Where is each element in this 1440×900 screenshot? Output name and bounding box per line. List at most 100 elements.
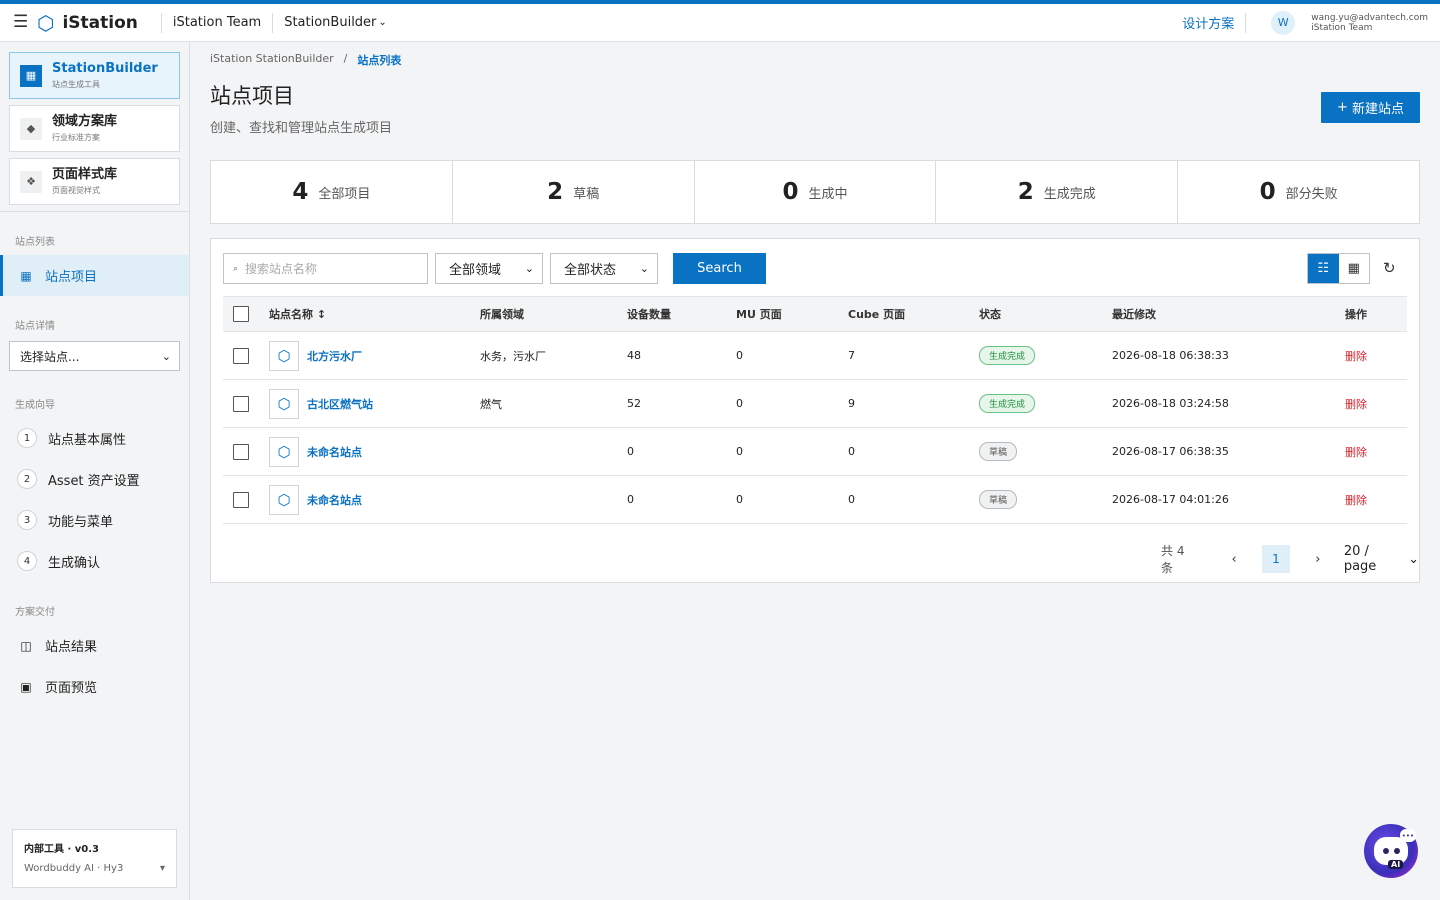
stat-count: 4 bbox=[292, 179, 309, 205]
site-name-link[interactable]: 未命名站点 bbox=[307, 444, 362, 460]
header-mu: MU 页面 bbox=[736, 308, 782, 321]
cell-cube: 0 bbox=[848, 445, 855, 458]
stat-label: 部分失败 bbox=[1285, 186, 1338, 202]
pagination-total: 共 4 条 bbox=[1161, 544, 1185, 575]
chevron-left-icon[interactable]: ‹ bbox=[1228, 552, 1240, 567]
chevron-right-icon[interactable]: › bbox=[1312, 552, 1324, 567]
name-cell: ⬡ 未命名站点 bbox=[269, 436, 362, 467]
sidebar-item-label: 站点结果 bbox=[45, 640, 98, 655]
site-name-link[interactable]: 古北区燃气站 bbox=[307, 396, 373, 412]
ai-assistant-button[interactable]: ••• AI bbox=[1364, 824, 1418, 878]
search-button[interactable]: Search bbox=[673, 253, 766, 284]
domain-filter-select[interactable]: 全部领域 ⌄ bbox=[435, 253, 543, 284]
product-card-domain-library[interactable]: ◆ 领域方案库 行业标准方案 bbox=[9, 105, 180, 152]
page-size-select[interactable]: 20 / page ⌄ bbox=[1344, 544, 1419, 574]
wizard-step-1[interactable]: 1 站点基本属性 bbox=[17, 427, 126, 449]
new-site-label: 新建站点 bbox=[1351, 102, 1404, 117]
sidebar-item-site-projects[interactable]: ▦ 站点项目 bbox=[0, 255, 189, 296]
cell-domain: 燃气 bbox=[480, 397, 502, 411]
sidebar-item-label: 页面预览 bbox=[45, 681, 98, 696]
stat-partial-failed[interactable]: 0 部分失败 bbox=[1178, 161, 1419, 223]
diamond-icon: ◆ bbox=[20, 117, 42, 140]
cell-devices: 52 bbox=[627, 397, 641, 410]
product-title: 领域方案库 bbox=[52, 113, 118, 129]
table-row[interactable]: ⬡ 未命名站点 0 0 0 草稿 2026-08-17 06:38:35 删除 bbox=[223, 428, 1407, 476]
user-team: iStation Team bbox=[1311, 22, 1373, 33]
status-badge: 生成完成 bbox=[979, 346, 1036, 365]
table-row[interactable]: ⬡ 未命名站点 0 0 0 草稿 2026-08-17 04:01:26 删除 bbox=[223, 476, 1407, 524]
breadcrumb-root[interactable]: iStation StationBuilder bbox=[210, 52, 334, 68]
stat-completed[interactable]: 2 生成完成 bbox=[936, 161, 1179, 223]
list-view-icon[interactable]: ☷ bbox=[1308, 254, 1339, 283]
section-label-delivery: 方案交付 bbox=[15, 607, 55, 618]
chevron-down-icon: ⌄ bbox=[639, 262, 649, 275]
row-checkbox[interactable] bbox=[233, 395, 249, 412]
wizard-step-4[interactable]: 4 生成确认 bbox=[17, 550, 100, 572]
site-hex-icon: ⬡ bbox=[269, 340, 299, 371]
page-number-current[interactable]: 1 bbox=[1262, 545, 1290, 573]
grid-icon: ▦ bbox=[20, 268, 32, 283]
name-cell: ⬡ 北方污水厂 bbox=[269, 340, 362, 371]
grid-view-icon[interactable]: ▦ bbox=[1339, 254, 1370, 283]
stats-bar: 4 全部项目 2 草稿 0 生成中 2 生成完成 0 部分失败 bbox=[210, 160, 1420, 224]
section-label-wizard: 生成向导 bbox=[15, 400, 55, 411]
model-selector[interactable]: Wordbuddy AI · Hy3 ▾ bbox=[24, 863, 165, 874]
delete-link[interactable]: 删除 bbox=[1345, 492, 1367, 508]
user-email: wang.yu@advantech.com bbox=[1311, 12, 1428, 23]
search-input[interactable] bbox=[245, 261, 416, 276]
ai-label: AI bbox=[1388, 860, 1404, 869]
header-actions: 操作 bbox=[1345, 308, 1367, 321]
row-checkbox[interactable] bbox=[233, 347, 249, 364]
row-checkbox[interactable] bbox=[233, 491, 249, 508]
new-site-button[interactable]: + 新建站点 bbox=[1321, 92, 1420, 123]
product-card-stationbuilder[interactable]: ▦ StationBuilder 站点生成工具 bbox=[9, 52, 180, 99]
select-all-checkbox[interactable] bbox=[233, 306, 249, 322]
product-title: StationBuilder bbox=[52, 60, 158, 76]
cell-mu: 0 bbox=[736, 349, 743, 362]
stat-draft[interactable]: 2 草稿 bbox=[453, 161, 695, 223]
sidebar-item-site-results[interactable]: ◫ 站点结果 bbox=[0, 625, 189, 666]
table-row[interactable]: ⬡ 北方污水厂 水务，污水厂 48 0 7 生成完成 2026-08-18 06… bbox=[223, 332, 1407, 380]
menu-icon[interactable]: ☰ bbox=[13, 14, 28, 31]
delete-link[interactable]: 删除 bbox=[1345, 444, 1367, 460]
user-info[interactable]: wang.yu@advantech.com iStation Team bbox=[1311, 13, 1428, 33]
product-card-style-library[interactable]: ❖ 页面样式库 页面视觉样式 bbox=[9, 158, 180, 205]
plus-icon: + bbox=[1337, 100, 1348, 115]
wizard-step-3[interactable]: 3 功能与菜单 bbox=[17, 509, 113, 531]
stat-all[interactable]: 4 全部项目 bbox=[211, 161, 453, 223]
site-name-link[interactable]: 北方污水厂 bbox=[307, 348, 362, 364]
section-label-site-detail: 站点详情 bbox=[15, 321, 55, 332]
sidebar-item-page-preview[interactable]: ▣ 页面预览 bbox=[0, 666, 189, 707]
cell-mu: 0 bbox=[736, 493, 743, 506]
divider bbox=[1245, 12, 1247, 33]
status-filter-select[interactable]: 全部状态 ⌄ bbox=[550, 253, 658, 284]
delete-link[interactable]: 删除 bbox=[1345, 396, 1367, 412]
row-checkbox[interactable] bbox=[233, 443, 249, 460]
site-name-link[interactable]: 未命名站点 bbox=[307, 492, 362, 508]
cell-cube: 9 bbox=[848, 397, 855, 410]
site-select[interactable]: 选择站点... ⌄ bbox=[9, 341, 180, 371]
team-switcher[interactable]: iStation Team bbox=[173, 15, 261, 30]
search-field[interactable]: ⌕ bbox=[223, 253, 428, 284]
header-modified: 最近修改 bbox=[1112, 308, 1156, 321]
stat-count: 2 bbox=[547, 179, 564, 205]
stat-generating[interactable]: 0 生成中 bbox=[695, 161, 937, 223]
product-switcher[interactable]: StationBuilder ⌄ bbox=[284, 15, 387, 30]
version-card[interactable]: 内部工具 · v0.3 Wordbuddy AI · Hy3 ▾ bbox=[12, 829, 177, 888]
step-label: Asset 资产设置 bbox=[48, 473, 140, 489]
delete-link[interactable]: 删除 bbox=[1345, 348, 1367, 364]
avatar[interactable]: W bbox=[1271, 10, 1296, 35]
product-subtitle: 行业标准方案 bbox=[52, 132, 100, 142]
header-name[interactable]: 站点名称 ↕ bbox=[269, 306, 326, 322]
stat-label: 生成完成 bbox=[1043, 186, 1096, 202]
section-label-site-list: 站点列表 bbox=[15, 237, 55, 248]
version-title: 内部工具 · v0.3 bbox=[24, 844, 99, 855]
design-link[interactable]: 设计方案 bbox=[1182, 13, 1234, 32]
table-row[interactable]: ⬡ 古北区燃气站 燃气 52 0 9 生成完成 2026-08-18 03:24… bbox=[223, 380, 1407, 428]
status-filter-value: 全部状态 bbox=[564, 263, 617, 278]
step-label: 生成确认 bbox=[48, 555, 101, 571]
stat-label: 草稿 bbox=[573, 186, 600, 202]
refresh-icon[interactable]: ↻ bbox=[1383, 259, 1396, 277]
header-devices: 设备数量 bbox=[627, 308, 671, 321]
wizard-step-2[interactable]: 2 Asset 资产设置 bbox=[17, 468, 140, 490]
